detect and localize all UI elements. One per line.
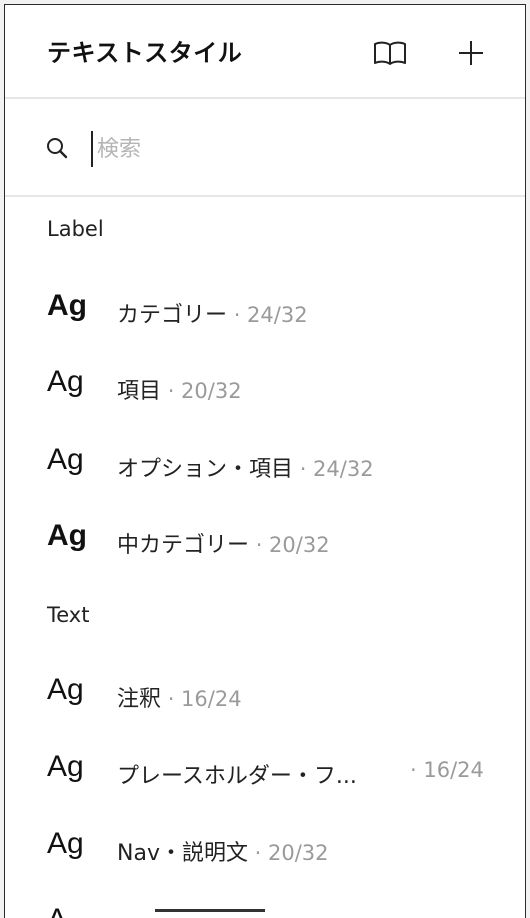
text-style-item[interactable]: Ag Nav・説明文 · 20/32 bbox=[5, 819, 525, 879]
window-background: テキストスタイル Label bbox=[0, 0, 530, 918]
style-meta: · 20/32 bbox=[249, 533, 330, 557]
text-style-item-partial[interactable]: A bbox=[5, 897, 525, 918]
library-button[interactable] bbox=[370, 33, 410, 73]
style-meta: · 16/24 bbox=[410, 758, 484, 782]
text-styles-panel: テキストスタイル Label bbox=[4, 4, 526, 918]
plus-icon bbox=[459, 41, 483, 65]
style-meta: · 24/32 bbox=[293, 457, 374, 481]
style-name: Nav・説明文 bbox=[117, 841, 248, 866]
style-name: オプション・項目 bbox=[117, 457, 294, 482]
style-name: プレースホルダー・フ... bbox=[117, 764, 357, 789]
style-name: 項目 bbox=[117, 379, 162, 404]
style-meta: · 20/32 bbox=[247, 841, 329, 865]
style-name-partial bbox=[155, 909, 265, 918]
style-preview: Ag bbox=[47, 827, 84, 860]
text-style-item[interactable]: Ag プレースホルダー・フ... · 16/24 bbox=[5, 742, 525, 802]
style-preview: Ag bbox=[47, 750, 84, 783]
style-name: 中カテゴリー bbox=[117, 533, 250, 558]
style-preview: Ag bbox=[47, 365, 84, 398]
section-header-label: Label bbox=[47, 217, 104, 241]
text-style-item[interactable]: Ag オプション・項目 · 24/32 bbox=[5, 435, 525, 495]
search-icon bbox=[47, 138, 68, 159]
text-style-item[interactable]: Ag カテゴリー · 24/32 bbox=[5, 281, 525, 341]
style-preview: Ag bbox=[47, 519, 87, 552]
panel-title: テキストスタイル bbox=[47, 39, 243, 67]
style-preview: Ag bbox=[47, 289, 87, 322]
text-style-item[interactable]: Ag 中カテゴリー · 20/32 bbox=[5, 511, 525, 571]
section-header-text: Text bbox=[47, 603, 90, 627]
style-meta: · 16/24 bbox=[161, 687, 242, 711]
text-style-item[interactable]: Ag 項目 · 20/32 bbox=[5, 357, 525, 417]
style-preview-partial: A bbox=[47, 903, 67, 918]
style-meta: · 24/32 bbox=[227, 303, 308, 327]
search-row bbox=[5, 101, 525, 197]
style-preview: Ag bbox=[47, 673, 84, 706]
style-name: 注釈 bbox=[117, 687, 162, 712]
panel-header: テキストスタイル bbox=[5, 5, 525, 99]
search-input[interactable] bbox=[91, 131, 491, 167]
style-meta: · 20/32 bbox=[161, 379, 242, 403]
book-icon bbox=[374, 41, 406, 65]
style-name: カテゴリー bbox=[117, 303, 228, 328]
text-style-item[interactable]: Ag 注釈 · 16/24 bbox=[5, 665, 525, 725]
style-preview: Ag bbox=[47, 443, 84, 476]
add-style-button[interactable] bbox=[451, 33, 491, 73]
